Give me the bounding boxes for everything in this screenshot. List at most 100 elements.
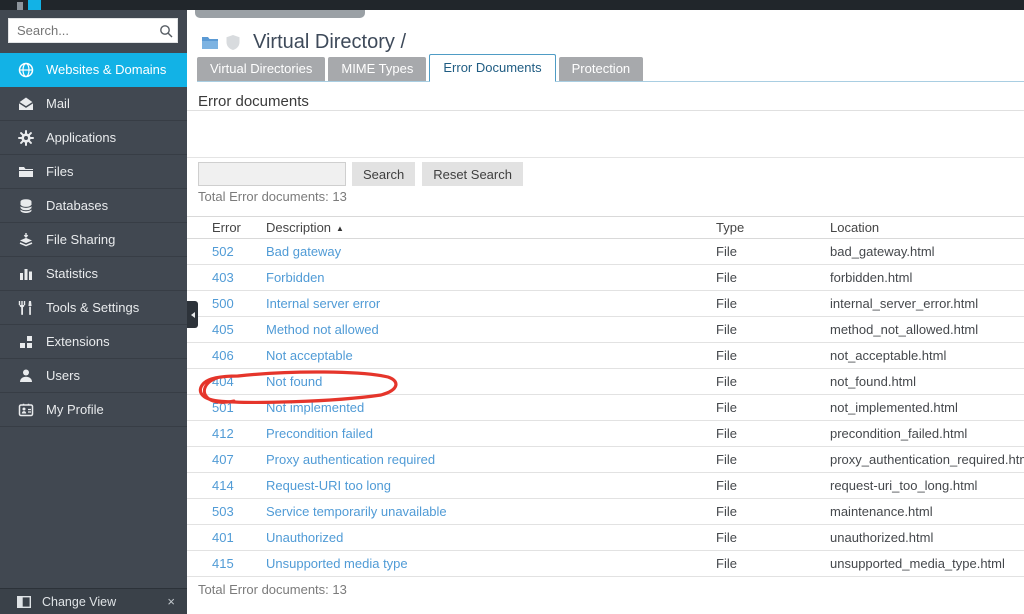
sidebar-item-mail[interactable]: Mail bbox=[0, 87, 187, 121]
sidebar-menu: Websites & Domains Mail Applications Fil… bbox=[0, 53, 187, 427]
tab-strip: Virtual Directories MIME Types Error Doc… bbox=[197, 54, 1024, 82]
error-location-cell: method_not_allowed.html bbox=[830, 316, 1024, 343]
table-row: 406 Not acceptable File not_acceptable.h… bbox=[187, 342, 1024, 369]
sidebar-item-tools-settings[interactable]: Tools & Settings bbox=[0, 291, 187, 325]
error-type-cell: File bbox=[716, 446, 830, 473]
sidebar-item-label: Tools & Settings bbox=[46, 300, 140, 315]
sidebar-item-label: Mail bbox=[46, 96, 70, 111]
sidebar-item-label: Extensions bbox=[46, 334, 110, 349]
search-icon[interactable] bbox=[155, 24, 177, 38]
error-description-link[interactable]: Not implemented bbox=[266, 400, 364, 415]
error-description-link[interactable]: Unsupported media type bbox=[266, 556, 408, 571]
column-header-error: Error bbox=[187, 216, 266, 239]
error-code-link[interactable]: 403 bbox=[212, 270, 234, 285]
error-location-cell: unauthorized.html bbox=[830, 524, 1024, 551]
sidebar-item-websites-domains[interactable]: Websites & Domains bbox=[0, 53, 187, 87]
table-row: 405 Method not allowed File method_not_a… bbox=[187, 316, 1024, 343]
error-location-cell: precondition_failed.html bbox=[830, 420, 1024, 447]
page-title: Virtual Directory / bbox=[253, 30, 407, 53]
divider bbox=[187, 110, 1024, 111]
sidebar-item-applications[interactable]: Applications bbox=[0, 121, 187, 155]
error-description-link[interactable]: Not acceptable bbox=[266, 348, 353, 363]
reset-search-button[interactable]: Reset Search bbox=[422, 162, 523, 186]
sidebar-item-statistics[interactable]: Statistics bbox=[0, 257, 187, 291]
error-code-link[interactable]: 407 bbox=[212, 452, 234, 467]
tab-mime-types[interactable]: MIME Types bbox=[328, 57, 427, 81]
tab-virtual-directories[interactable]: Virtual Directories bbox=[197, 57, 326, 81]
bar-chart-icon bbox=[17, 265, 34, 282]
sidebar-item-file-sharing[interactable]: File Sharing bbox=[0, 223, 187, 257]
error-description-link[interactable]: Precondition failed bbox=[266, 426, 373, 441]
error-location-cell: bad_gateway.html bbox=[830, 238, 1024, 265]
error-description-link[interactable]: Bad gateway bbox=[266, 244, 341, 259]
error-description-link[interactable]: Request-URI too long bbox=[266, 478, 391, 493]
table-row: 502 Bad gateway File bad_gateway.html bbox=[187, 238, 1024, 265]
sidebar-item-label: Files bbox=[46, 164, 74, 179]
error-code-link[interactable]: 406 bbox=[212, 348, 234, 363]
error-location-cell: forbidden.html bbox=[830, 264, 1024, 291]
sidebar-item-my-profile[interactable]: My Profile bbox=[0, 393, 187, 427]
sidebar-item-users[interactable]: Users bbox=[0, 359, 187, 393]
table-search-input[interactable] bbox=[198, 162, 346, 186]
share-icon bbox=[17, 231, 34, 248]
database-icon bbox=[17, 197, 34, 214]
sidebar-item-label: Applications bbox=[46, 130, 117, 145]
error-description-link[interactable]: Not found bbox=[266, 374, 322, 389]
sidebar-collapse-handle[interactable] bbox=[187, 301, 198, 328]
error-code-link[interactable]: 415 bbox=[212, 556, 234, 571]
sort-asc-icon: ▲ bbox=[336, 224, 344, 233]
sidebar-search-input[interactable] bbox=[9, 23, 155, 38]
table-row: 403 Forbidden File forbidden.html bbox=[187, 264, 1024, 291]
error-location-cell: proxy_authentication_required.html bbox=[830, 446, 1024, 473]
column-header-description[interactable]: Description ▲ bbox=[266, 216, 716, 239]
error-description-link[interactable]: Service temporarily unavailable bbox=[266, 504, 447, 519]
search-button[interactable]: Search bbox=[352, 162, 416, 186]
total-count-top: Total Error documents: 13 bbox=[198, 189, 347, 204]
tab-error-documents[interactable]: Error Documents bbox=[429, 54, 556, 82]
error-type-cell: File bbox=[716, 264, 830, 291]
change-view-bar[interactable]: Change View × bbox=[0, 588, 187, 614]
error-code-link[interactable]: 501 bbox=[212, 400, 234, 415]
table-body: 502 Bad gateway File bad_gateway.html 40… bbox=[187, 238, 1024, 577]
error-location-cell: request-uri_too_long.html bbox=[830, 472, 1024, 499]
error-documents-table: Error Description ▲ Type Location 502 Bad… bbox=[187, 216, 1024, 577]
error-description-link[interactable]: Unauthorized bbox=[266, 530, 343, 545]
table-row: 503 Service temporarily unavailable File… bbox=[187, 498, 1024, 525]
error-code-link[interactable]: 503 bbox=[212, 504, 234, 519]
error-code-link[interactable]: 404 bbox=[212, 374, 234, 389]
plesk-app: Websites & Domains Mail Applications Fil… bbox=[0, 0, 1024, 614]
sidebar-item-label: My Profile bbox=[46, 402, 104, 417]
error-description-link[interactable]: Method not allowed bbox=[266, 322, 379, 337]
column-header-type: Type bbox=[716, 216, 830, 239]
sidebar-item-files[interactable]: Files bbox=[0, 155, 187, 189]
error-description-link[interactable]: Internal server error bbox=[266, 296, 380, 311]
sidebar-item-extensions[interactable]: Extensions bbox=[0, 325, 187, 359]
change-view-icon bbox=[17, 595, 31, 608]
tab-protection[interactable]: Protection bbox=[558, 57, 644, 81]
close-icon[interactable]: × bbox=[167, 594, 175, 609]
error-code-link[interactable]: 401 bbox=[212, 530, 234, 545]
sidebar-item-label: Statistics bbox=[46, 266, 99, 281]
error-description-link[interactable]: Proxy authentication required bbox=[266, 452, 435, 467]
sidebar-search-box[interactable] bbox=[8, 18, 178, 43]
sidebar-item-databases[interactable]: Databases bbox=[0, 189, 187, 223]
error-location-cell: not_found.html bbox=[830, 368, 1024, 395]
table-row: 412 Precondition failed File preconditio… bbox=[187, 420, 1024, 447]
error-type-cell: File bbox=[716, 550, 830, 577]
table-row: 404 Not found File not_found.html bbox=[187, 368, 1024, 395]
error-code-link[interactable]: 412 bbox=[212, 426, 234, 441]
filter-row: Search Reset Search bbox=[198, 162, 523, 186]
error-description-link[interactable]: Forbidden bbox=[266, 270, 325, 285]
error-type-cell: File bbox=[716, 238, 830, 265]
error-type-cell: File bbox=[716, 342, 830, 369]
error-type-cell: File bbox=[716, 472, 830, 499]
error-code-link[interactable]: 405 bbox=[212, 322, 234, 337]
column-header-location: Location bbox=[830, 216, 1024, 239]
error-code-link[interactable]: 414 bbox=[212, 478, 234, 493]
error-code-link[interactable]: 502 bbox=[212, 244, 234, 259]
error-code-link[interactable]: 500 bbox=[212, 296, 234, 311]
mail-icon bbox=[17, 95, 34, 112]
table-row: 415 Unsupported media type File unsuppor… bbox=[187, 550, 1024, 577]
error-location-cell: internal_server_error.html bbox=[830, 290, 1024, 317]
chevron-left-icon bbox=[190, 311, 195, 318]
